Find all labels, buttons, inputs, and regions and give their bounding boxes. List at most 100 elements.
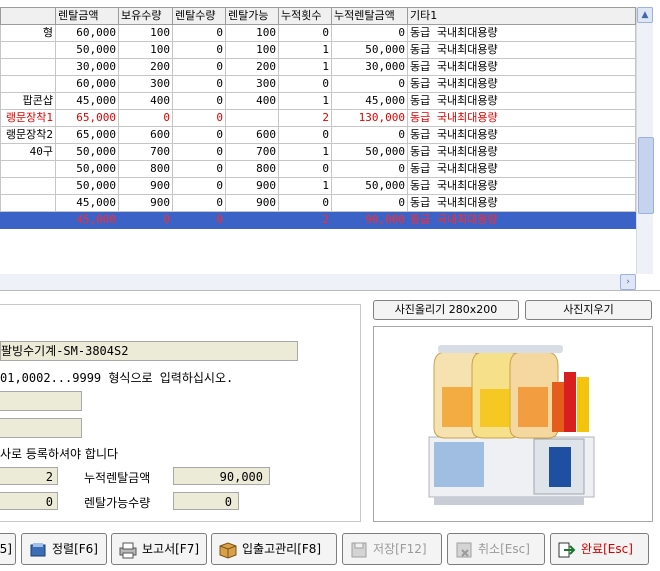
- table-cell-price[interactable]: 45,000: [55, 92, 119, 110]
- column-header[interactable]: 렌탈가능: [225, 7, 279, 25]
- table-cell-price[interactable]: 30,000: [55, 58, 119, 76]
- table-cell-total[interactable]: 50,000: [331, 177, 408, 195]
- model-name-field[interactable]: 팔빙수기계-SM-3804S2: [0, 341, 298, 361]
- table-cell-name[interactable]: 랭문장착1: [0, 109, 56, 127]
- upload-photo-button[interactable]: 사진올리기 280x200: [373, 300, 519, 320]
- table-cell-rented[interactable]: 0: [172, 211, 226, 229]
- done-button[interactable]: 완료[Esc]: [550, 533, 649, 565]
- table-cell-rented[interactable]: 0: [172, 143, 226, 161]
- table-cell-price[interactable]: 45,000: [55, 211, 119, 229]
- table-row[interactable]: 랭문장착1 65,000 0 0 2 130,000 동급 국내최대용량: [0, 109, 636, 127]
- f5-button[interactable]: 5]: [0, 533, 16, 565]
- table-cell-total[interactable]: 90,000: [331, 211, 408, 229]
- table-cell-name[interactable]: [0, 194, 56, 212]
- table-row[interactable]: 50,000 900 0 900 1 50,000 동급 국내최대용량: [0, 177, 636, 195]
- table-cell-stock[interactable]: 400: [118, 92, 173, 110]
- table-cell-count[interactable]: 0: [278, 75, 332, 93]
- table-cell-count[interactable]: 1: [278, 143, 332, 161]
- product-table[interactable]: 렌탈금액 보유수량 렌탈수량 렌탈가능 누적횟수 누적렌탈금액 기타1 형 60,000 100…: [0, 7, 636, 229]
- table-cell-rented[interactable]: 0: [172, 177, 226, 195]
- column-header[interactable]: 누적렌탈금액: [331, 7, 408, 25]
- scroll-up-arrow-icon[interactable]: ▲: [637, 7, 653, 23]
- cancel-button[interactable]: 취소[Esc]: [447, 533, 545, 565]
- table-cell-name[interactable]: [0, 211, 56, 229]
- table-cell-name[interactable]: [0, 41, 56, 59]
- table-cell-rented[interactable]: 0: [172, 126, 226, 144]
- table-cell-avail[interactable]: 200: [225, 58, 279, 76]
- table-cell-name[interactable]: 40구: [0, 143, 56, 161]
- table-cell-total[interactable]: 0: [331, 160, 408, 178]
- column-header[interactable]: [0, 7, 56, 25]
- sort-button[interactable]: 정렬[F6]: [21, 533, 107, 565]
- table-cell-name[interactable]: 랭문장착2: [0, 126, 56, 144]
- table-cell-stock[interactable]: 100: [118, 24, 173, 42]
- table-cell-price[interactable]: 65,000: [55, 126, 119, 144]
- table-cell-etc[interactable]: 동급 국내최대용량: [407, 177, 636, 195]
- table-cell-count[interactable]: 0: [278, 194, 332, 212]
- table-cell-count[interactable]: 0: [278, 160, 332, 178]
- table-row[interactable]: 50,000 800 0 800 0 0 동급 국내최대용량: [0, 160, 636, 178]
- table-cell-stock[interactable]: 700: [118, 143, 173, 161]
- scroll-thumb[interactable]: [638, 137, 654, 214]
- table-cell-name[interactable]: [0, 177, 56, 195]
- blank-field-2[interactable]: [0, 418, 82, 438]
- table-cell-total[interactable]: 0: [331, 194, 408, 212]
- column-header[interactable]: 렌탈수량: [172, 7, 226, 25]
- table-cell-avail[interactable]: 100: [225, 41, 279, 59]
- table-cell-count[interactable]: 0: [278, 126, 332, 144]
- table-cell-avail[interactable]: [225, 109, 279, 127]
- table-cell-etc[interactable]: 동급 국내최대용량: [407, 211, 636, 229]
- table-cell-avail[interactable]: 300: [225, 75, 279, 93]
- column-header[interactable]: 누적횟수: [278, 7, 332, 25]
- table-cell-stock[interactable]: 800: [118, 160, 173, 178]
- table-cell-rented[interactable]: 0: [172, 58, 226, 76]
- table-cell-price[interactable]: 45,000: [55, 194, 119, 212]
- table-row[interactable]: 40구 50,000 700 0 700 1 50,000 동급 국내최대용량: [0, 143, 636, 161]
- table-cell-price[interactable]: 60,000: [55, 75, 119, 93]
- table-cell-price[interactable]: 60,000: [55, 24, 119, 42]
- blank-field-1[interactable]: [0, 391, 82, 411]
- table-cell-count[interactable]: 0: [278, 24, 332, 42]
- table-row[interactable]: 45,000 900 0 900 0 0 동급 국내최대용량: [0, 194, 636, 212]
- table-cell-stock[interactable]: 900: [118, 177, 173, 195]
- table-cell-etc[interactable]: 동급 국내최대용량: [407, 194, 636, 212]
- table-cell-etc[interactable]: 동급 국내최대용량: [407, 58, 636, 76]
- vertical-scrollbar[interactable]: ▲: [636, 7, 654, 274]
- available-field[interactable]: 0: [173, 492, 239, 510]
- save-button[interactable]: 저장[F12]: [342, 533, 442, 565]
- table-cell-rented[interactable]: 0: [172, 92, 226, 110]
- table-cell-name[interactable]: [0, 58, 56, 76]
- table-cell-etc[interactable]: 동급 국내최대용량: [407, 126, 636, 144]
- table-row[interactable]: 45,000 0 0 2 90,000 동급 국내최대용량: [0, 211, 636, 229]
- table-cell-count[interactable]: 1: [278, 58, 332, 76]
- table-cell-stock[interactable]: 100: [118, 41, 173, 59]
- table-cell-count[interactable]: 1: [278, 41, 332, 59]
- table-cell-count[interactable]: 1: [278, 177, 332, 195]
- table-cell-total[interactable]: 50,000: [331, 143, 408, 161]
- table-cell-name[interactable]: 형: [0, 24, 56, 42]
- table-cell-total[interactable]: 0: [331, 126, 408, 144]
- horizontal-scrollbar[interactable]: ›: [0, 274, 636, 290]
- table-cell-price[interactable]: 50,000: [55, 41, 119, 59]
- report-button[interactable]: 보고서[F7]: [111, 533, 207, 565]
- table-row[interactable]: 50,000 100 0 100 1 50,000 동급 국내최대용량: [0, 41, 636, 59]
- table-cell-stock[interactable]: 0: [118, 211, 173, 229]
- table-cell-etc[interactable]: 동급 국내최대용량: [407, 24, 636, 42]
- delete-photo-button[interactable]: 사진지우기: [525, 300, 652, 320]
- inout-manage-button[interactable]: 입출고관리[F8]: [211, 533, 337, 565]
- table-cell-avail[interactable]: 900: [225, 194, 279, 212]
- table-cell-price[interactable]: 50,000: [55, 160, 119, 178]
- table-cell-stock[interactable]: 900: [118, 194, 173, 212]
- stock-field[interactable]: 0: [0, 492, 58, 510]
- table-cell-name[interactable]: [0, 160, 56, 178]
- table-cell-price[interactable]: 65,000: [55, 109, 119, 127]
- table-cell-total[interactable]: 30,000: [331, 58, 408, 76]
- table-cell-count[interactable]: 2: [278, 211, 332, 229]
- table-cell-count[interactable]: 1: [278, 92, 332, 110]
- table-cell-etc[interactable]: 동급 국내최대용량: [407, 143, 636, 161]
- table-cell-etc[interactable]: 동급 국내최대용량: [407, 41, 636, 59]
- table-cell-rented[interactable]: 0: [172, 194, 226, 212]
- table-row[interactable]: 30,000 200 0 200 1 30,000 동급 국내최대용량: [0, 58, 636, 76]
- table-cell-avail[interactable]: [225, 211, 279, 229]
- column-header[interactable]: 보유수량: [118, 7, 173, 25]
